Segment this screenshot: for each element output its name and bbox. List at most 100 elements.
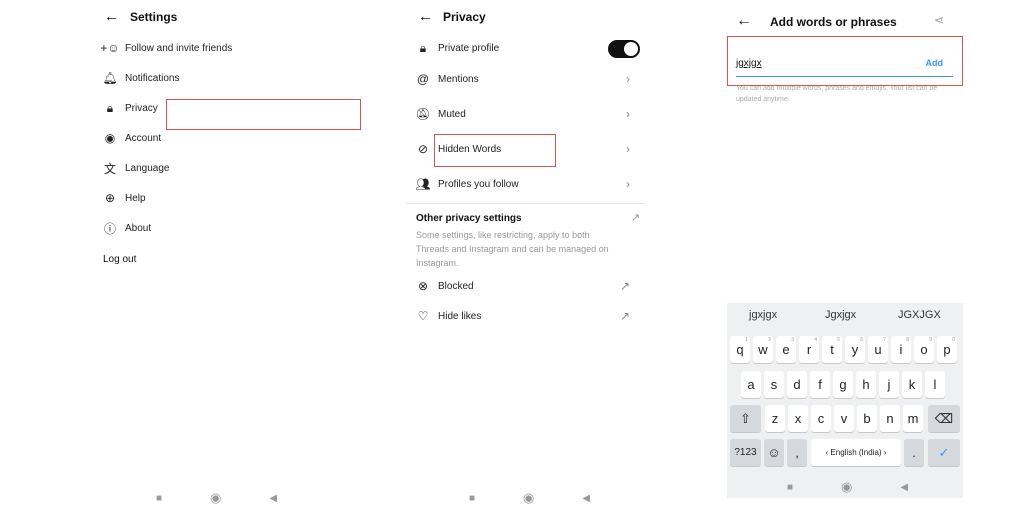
key[interactable]: w2	[753, 336, 773, 363]
back-icon[interactable]: ◀	[269, 493, 277, 504]
backspace-key[interactable]: ⌫	[928, 405, 960, 432]
menu-item[interactable]: 👥︎ Profiles you follow ›	[415, 177, 644, 191]
external-link-icon[interactable]: ↗	[631, 211, 640, 224]
add-button[interactable]: Add	[926, 58, 944, 68]
account-icon: ◉	[104, 131, 116, 145]
key[interactable]: p0	[937, 336, 957, 363]
key[interactable]: s	[764, 371, 784, 398]
info-icon: ⓘ	[103, 221, 116, 236]
highlight-box	[434, 134, 556, 167]
key-label: l	[933, 377, 937, 392]
logout-button[interactable]: Log out	[103, 254, 136, 265]
key-label: ✓	[938, 444, 950, 460]
key[interactable]: z	[765, 405, 785, 432]
heart-off-icon: ♡	[417, 309, 429, 323]
menu-item[interactable]: 🔕︎ Muted ›	[415, 107, 644, 121]
key-hint: 7	[883, 337, 886, 343]
key-hint: 8	[906, 337, 909, 343]
suggestion[interactable]: JGXJGX	[898, 309, 941, 321]
key[interactable]: n	[880, 405, 900, 432]
menu-item-label: Hide likes	[438, 310, 482, 322]
lock-icon: 🔒︎	[419, 40, 427, 55]
menu-item[interactable]: @ Mentions ›	[416, 72, 644, 86]
page-title: Privacy	[443, 10, 486, 24]
word-input[interactable]: jgxjgx Add	[736, 55, 953, 77]
key-label: a	[747, 377, 755, 392]
back-icon[interactable]: ◀	[900, 482, 908, 493]
key[interactable]: j	[879, 371, 899, 398]
key[interactable]: m	[903, 405, 923, 432]
chevron-right-icon: ›	[626, 72, 630, 86]
space-key[interactable]: ‹ English (India) ›	[811, 439, 901, 466]
add-person-icon: +☺	[100, 41, 120, 55]
key[interactable]: q1	[730, 336, 750, 363]
recents-icon[interactable]: ■	[156, 493, 162, 504]
shift-key[interactable]: ⇧	[730, 405, 761, 432]
key[interactable]: d	[787, 371, 807, 398]
private-profile-toggle[interactable]	[608, 40, 640, 58]
back-arrow-icon[interactable]: ←	[736, 12, 752, 30]
key[interactable]: u7	[868, 336, 888, 363]
back-arrow-icon[interactable]: ←	[104, 8, 119, 25]
enter-key[interactable]: ✓	[928, 439, 960, 466]
key[interactable]: r4	[799, 336, 819, 363]
key[interactable]: l	[925, 371, 945, 398]
key[interactable]: ,	[787, 439, 807, 466]
recents-icon[interactable]: ■	[469, 493, 475, 504]
key-label: e	[782, 342, 790, 357]
key-label: k	[908, 377, 916, 392]
key-label: p	[943, 342, 951, 357]
key[interactable]: g	[833, 371, 853, 398]
symbols-key[interactable]: ?123	[730, 439, 761, 466]
other-privacy-desc: Some settings, like restricting, apply t…	[416, 230, 609, 268]
recents-icon[interactable]: ■	[787, 482, 793, 493]
blocked-icon: ⊗	[417, 279, 429, 293]
key[interactable]: h	[856, 371, 876, 398]
help-icon: ⊕	[104, 191, 116, 205]
menu-item[interactable]: ⊗ Blocked ↗	[416, 279, 644, 293]
suggestion[interactable]: Jgxjgx	[825, 309, 856, 321]
key-hint: 1	[745, 337, 748, 343]
home-icon[interactable]: ◉	[210, 490, 221, 506]
key[interactable]: v	[834, 405, 854, 432]
key-hint: 4	[814, 337, 817, 343]
suggestion[interactable]: jgxjgx	[749, 309, 777, 321]
menu-item[interactable]: ⊕ Help	[103, 191, 323, 205]
menu-item[interactable]: ◉ Account	[103, 131, 323, 145]
menu-item[interactable]: ♡ Hide likes ↗	[416, 309, 644, 323]
key-label: y	[851, 342, 859, 357]
key-label: .	[912, 445, 916, 460]
key[interactable]: o9	[914, 336, 934, 363]
key-label: h	[862, 377, 870, 392]
key[interactable]: e3	[776, 336, 796, 363]
home-icon[interactable]: ◉	[523, 490, 534, 506]
share-icon[interactable]: ⋖	[934, 13, 944, 27]
key[interactable]: f	[810, 371, 830, 398]
key[interactable]: t5	[822, 336, 842, 363]
menu-item[interactable]: ⓘ About	[103, 221, 323, 236]
bell-icon: 🔔︎	[102, 71, 118, 85]
key[interactable]: k	[902, 371, 922, 398]
home-icon[interactable]: ◉	[841, 479, 852, 495]
key[interactable]: a	[741, 371, 761, 398]
key-label: ?123	[734, 447, 757, 458]
key-label: ⇧	[740, 410, 751, 426]
menu-item[interactable]: 🔔︎ Notifications	[102, 71, 323, 85]
key[interactable]: x	[788, 405, 808, 432]
chevron-right-icon: ›	[626, 142, 630, 156]
key[interactable]: .	[904, 439, 924, 466]
menu-item[interactable]: +☺ Follow and invite friends	[100, 41, 323, 55]
key[interactable]: c	[811, 405, 831, 432]
input-value: jgxjgx	[736, 58, 762, 69]
key-hint: 0	[952, 337, 955, 343]
key[interactable]: b	[857, 405, 877, 432]
back-arrow-icon[interactable]: ←	[418, 8, 433, 25]
key[interactable]: y6	[845, 336, 865, 363]
back-icon[interactable]: ◀	[582, 493, 590, 504]
menu-item[interactable]: 文 Language	[103, 161, 323, 176]
key[interactable]: i8	[891, 336, 911, 363]
highlight-box	[166, 99, 361, 130]
emoji-key[interactable]: ☺	[764, 439, 784, 466]
menu-item-label: Profiles you follow	[438, 178, 519, 190]
key-label: b	[863, 411, 871, 426]
